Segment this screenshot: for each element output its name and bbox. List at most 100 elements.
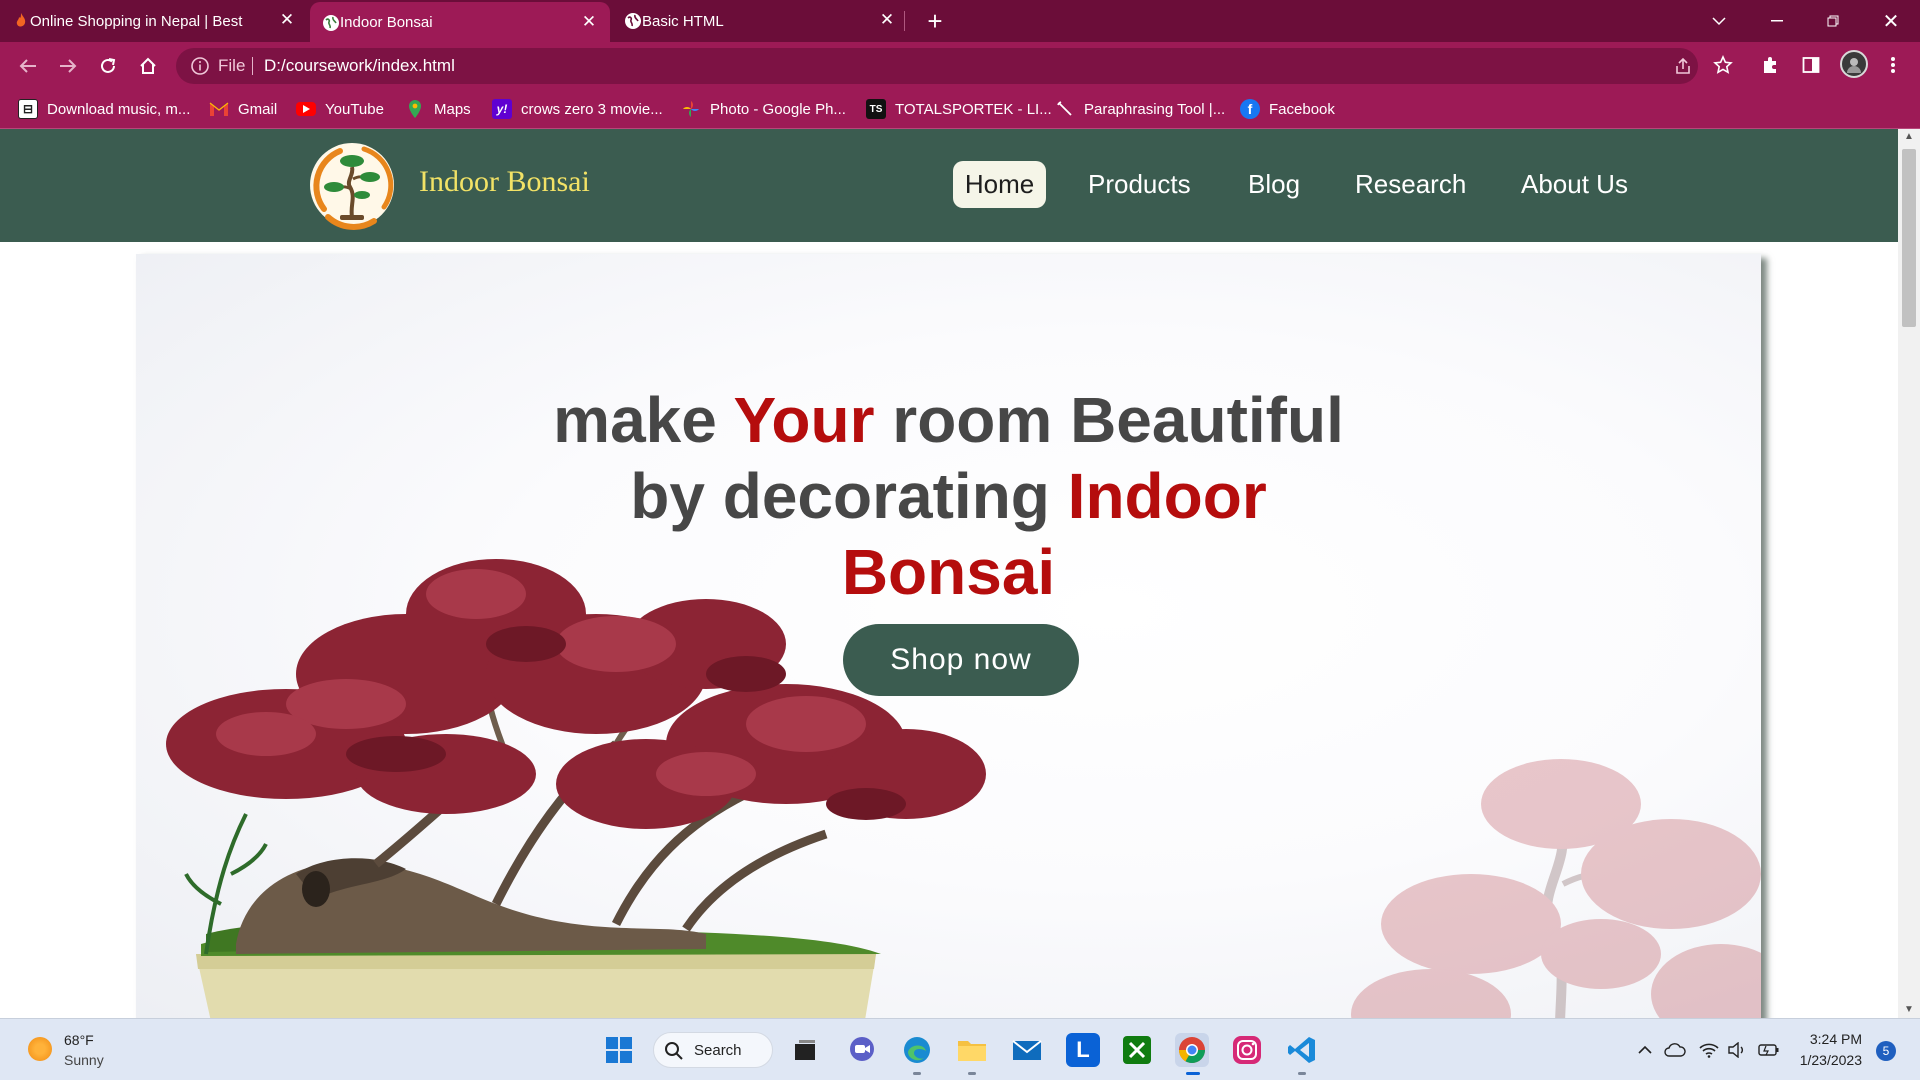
tab-indoor-bonsai[interactable]: Indoor Bonsai ✕ — [310, 2, 610, 42]
taskbar-search[interactable]: Search — [653, 1032, 773, 1068]
minimize-button[interactable] — [1762, 0, 1792, 42]
search-label: Search — [694, 1041, 742, 1059]
scroll-thumb[interactable] — [1902, 149, 1916, 327]
close-icon[interactable]: ✕ — [278, 10, 296, 30]
weather-temperature[interactable]: 68°F — [64, 1032, 94, 1048]
minimize-icon — [1771, 20, 1783, 22]
close-icon[interactable]: ✕ — [580, 12, 598, 32]
volume-icon[interactable] — [1726, 1039, 1748, 1061]
bonsai-logo-icon[interactable] — [304, 137, 400, 233]
tab-title: Indoor Bonsai — [340, 13, 433, 31]
vscode-button[interactable] — [1285, 1033, 1319, 1067]
instagram-button[interactable] — [1230, 1033, 1264, 1067]
google-photos-icon — [681, 99, 701, 119]
task-view-button[interactable] — [788, 1033, 822, 1067]
xbox-icon — [1123, 1036, 1151, 1064]
clock-date[interactable]: 1/23/2023 — [1790, 1052, 1862, 1068]
bookmark-youtube[interactable]: YouTube — [296, 89, 384, 129]
tab-basic-html[interactable]: Basic HTML ✕ — [612, 0, 908, 42]
reload-button[interactable] — [92, 50, 124, 82]
yahoo-icon: y! — [492, 99, 512, 119]
site-header: Indoor Bonsai Home Products Blog Researc… — [0, 129, 1898, 242]
url-text[interactable]: D:/coursework/index.html — [264, 56, 455, 76]
puzzle-icon — [1764, 57, 1776, 73]
nav-products[interactable]: Products — [1076, 161, 1203, 208]
notification-badge[interactable]: 5 — [1876, 1041, 1896, 1061]
bookmark-label: YouTube — [325, 100, 384, 118]
bookmark-label: Facebook — [1269, 100, 1335, 118]
task-view-icon — [795, 1040, 815, 1060]
close-window-button[interactable]: ✕ — [1876, 0, 1906, 42]
new-tab-button[interactable]: + — [920, 0, 950, 42]
l-app-button[interactable]: L — [1066, 1033, 1100, 1067]
sun-icon[interactable] — [28, 1037, 52, 1061]
weather-condition[interactable]: Sunny — [64, 1052, 104, 1068]
teams-chat-button[interactable] — [845, 1033, 879, 1067]
bookmark-paraphrasing-tool[interactable]: Paraphrasing Tool |... — [1055, 89, 1225, 129]
globe-icon — [323, 15, 339, 31]
battery-icon[interactable] — [1758, 1039, 1780, 1061]
taskbar: 68°F Sunny Search L 3:24 PM 1/23/2023 5 — [0, 1018, 1920, 1080]
arrow-left-icon — [19, 59, 36, 73]
nav-research[interactable]: Research — [1343, 161, 1478, 208]
bookmark-label: Gmail — [238, 100, 278, 118]
hero-banner: make Your room Beautiful by decorating I… — [136, 254, 1761, 1018]
mail-button[interactable] — [1010, 1033, 1044, 1067]
bookmark-label: crows zero 3 movie... — [521, 100, 663, 118]
bookmark-label: Maps — [434, 100, 471, 118]
home-icon — [140, 57, 156, 74]
extensions-button[interactable] — [1758, 52, 1784, 78]
download-icon: ⊟ — [18, 99, 38, 119]
bookmark-label: Paraphrasing Tool |... — [1084, 100, 1226, 118]
home-button[interactable] — [132, 50, 164, 82]
profile-avatar[interactable] — [1840, 50, 1868, 78]
shop-now-button[interactable]: Shop now — [843, 624, 1079, 696]
bookmark-gmail[interactable]: Gmail — [209, 89, 277, 129]
chrome-button[interactable] — [1175, 1033, 1209, 1067]
xbox-button[interactable] — [1120, 1033, 1154, 1067]
bookmark-star-button[interactable] — [1710, 52, 1736, 78]
tab-search-button[interactable] — [1704, 0, 1734, 42]
page-viewport: Indoor Bonsai Home Products Blog Researc… — [0, 129, 1898, 1018]
bookmark-download-music[interactable]: ⊟ Download music, m... — [18, 89, 190, 129]
bookmark-facebook[interactable]: f Facebook — [1240, 89, 1335, 129]
bookmark-crows-zero[interactable]: y! crows zero 3 movie... — [492, 89, 663, 129]
tab-separator — [904, 11, 905, 31]
hero-highlight: Bonsai — [841, 536, 1056, 608]
restore-icon — [1827, 15, 1839, 27]
bookmark-google-photos[interactable]: Photo - Google Ph... — [681, 89, 846, 129]
scroll-up-icon[interactable]: ▲ — [1898, 129, 1920, 145]
bonsai-faded-image — [1351, 759, 1761, 1018]
restore-button[interactable] — [1818, 0, 1848, 42]
info-icon — [191, 57, 209, 75]
menu-button[interactable] — [1880, 52, 1906, 78]
nav-home[interactable]: Home — [953, 161, 1046, 208]
file-explorer-button[interactable] — [955, 1033, 989, 1067]
nav-about-us[interactable]: About Us — [1509, 161, 1640, 208]
page-scrollbar[interactable]: ▲ ▼ — [1898, 129, 1920, 1018]
mail-icon — [1012, 1040, 1042, 1060]
scroll-down-icon[interactable]: ▼ — [1898, 1002, 1920, 1018]
edge-button[interactable] — [900, 1033, 934, 1067]
start-button[interactable] — [602, 1033, 636, 1067]
wifi-icon[interactable] — [1698, 1039, 1720, 1061]
bookmark-totalsportek[interactable]: TS TOTALSPORTEK - LI... — [866, 89, 1052, 129]
side-panel-button[interactable] — [1798, 52, 1824, 78]
side-panel-icon — [1802, 57, 1820, 73]
share-icon — [1676, 57, 1690, 74]
site-brand[interactable]: Indoor Bonsai — [419, 165, 590, 199]
back-button[interactable] — [12, 50, 44, 82]
address-bar[interactable]: File D:/coursework/index.html — [176, 48, 1698, 84]
bookmark-maps[interactable]: Maps — [405, 89, 471, 129]
forward-button[interactable] — [52, 50, 84, 82]
share-button[interactable] — [1670, 53, 1696, 79]
vscode-icon — [1288, 1037, 1315, 1063]
tab-online-shopping[interactable]: Online Shopping in Nepal | Best ✕ — [0, 0, 308, 42]
chevron-up-icon[interactable] — [1634, 1039, 1656, 1061]
hero-text: room Beautiful — [874, 384, 1344, 456]
close-icon[interactable]: ✕ — [878, 10, 896, 30]
onedrive-icon[interactable] — [1664, 1039, 1686, 1061]
nav-blog[interactable]: Blog — [1236, 161, 1312, 208]
facebook-icon: f — [1240, 99, 1260, 119]
clock-time[interactable]: 3:24 PM — [1790, 1031, 1862, 1047]
